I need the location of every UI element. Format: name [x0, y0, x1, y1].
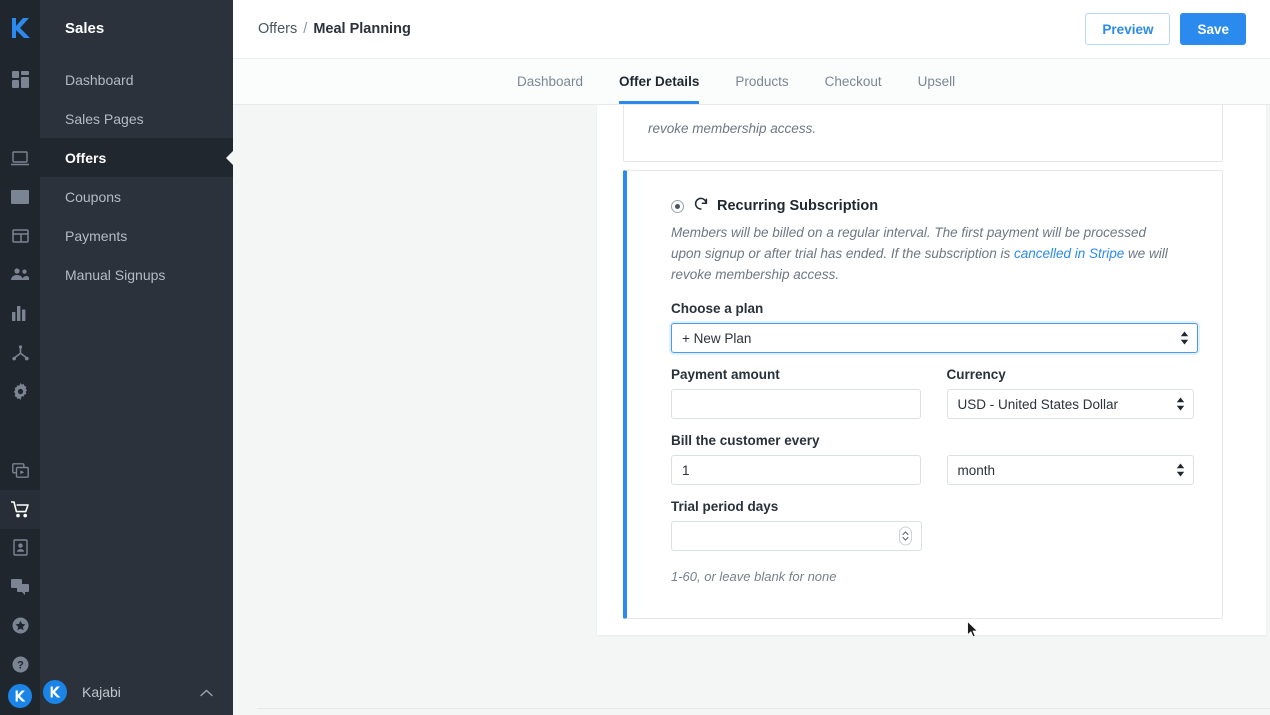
chat-icon[interactable] — [0, 567, 40, 606]
currency-group: Currency USD - United States Dollar — [946, 367, 1194, 419]
tab-dashboard[interactable]: Dashboard — [499, 59, 601, 104]
trial-period-input[interactable] — [671, 521, 922, 551]
recurring-title-group: Recurring Subscription — [694, 197, 878, 215]
sidebar-item-payments[interactable]: Payments — [40, 216, 233, 255]
tab-upsell[interactable]: Upsell — [900, 59, 974, 104]
sidebar-item-coupons[interactable]: Coupons — [40, 177, 233, 216]
recurring-radio[interactable] — [671, 199, 684, 213]
automations-icon[interactable] — [0, 333, 40, 372]
bill-every-label: Bill the customer every — [671, 433, 820, 448]
trial-period-group: Trial period days — [671, 499, 1194, 551]
sidebar-brand-label: Kajabi — [82, 684, 121, 700]
star-badge-icon[interactable] — [0, 606, 40, 645]
bill-every-group: Bill the customer every 1 month — [671, 433, 1194, 485]
analytics-icon[interactable] — [0, 294, 40, 333]
tab-checkout[interactable]: Checkout — [807, 59, 900, 104]
kajabi-logo-icon[interactable] — [0, 0, 40, 56]
trial-period-label: Trial period days — [671, 499, 779, 514]
select-arrows-icon — [1176, 463, 1185, 477]
help-icon[interactable]: ? — [0, 645, 40, 684]
refresh-icon — [694, 197, 708, 215]
sidebar-items: Dashboard Sales Pages Offers Coupons Pay… — [40, 60, 233, 294]
recurring-description: Members will be billed on a regular inte… — [671, 222, 1171, 285]
trial-period-helper: 1-60, or leave blank for none — [671, 569, 837, 584]
one-time-card-desc-clipped: revoke membership access. — [648, 121, 817, 136]
currency-value: USD - United States Dollar — [957, 396, 1119, 412]
main-region: Offers / Meal Planning Preview Save Dash… — [233, 0, 1270, 715]
payment-amount-input[interactable] — [671, 389, 921, 419]
sidebar-item-dashboard[interactable]: Dashboard — [40, 60, 233, 99]
tab-bar: Dashboard Offer Details Products Checkou… — [233, 59, 1270, 105]
choose-plan-value: + New Plan — [682, 330, 752, 346]
kajabi-badge-icon — [43, 680, 67, 704]
recurring-subscription-card: Recurring Subscription Members will be b… — [623, 170, 1223, 619]
breadcrumb-root[interactable]: Offers — [258, 21, 297, 37]
currency-label: Currency — [946, 367, 1006, 382]
sidebar-item-manual-signups[interactable]: Manual Signups — [40, 255, 233, 294]
user-avatar-icon[interactable] — [8, 684, 32, 709]
secondary-sidebar: Sales Dashboard Sales Pages Offers Coupo… — [40, 0, 233, 715]
sidebar-account-footer[interactable]: Kajabi — [40, 669, 233, 715]
svg-text:?: ? — [17, 660, 24, 672]
email-icon[interactable] — [0, 178, 40, 217]
sidebar-title: Sales — [65, 20, 105, 37]
recurring-option-header[interactable]: Recurring Subscription — [671, 197, 1194, 215]
bill-interval-unit-select[interactable]: month — [946, 455, 1194, 485]
bill-interval-count-value: 1 — [682, 462, 690, 478]
contacts-icon[interactable] — [0, 529, 40, 568]
primary-icon-rail: ? — [0, 0, 40, 715]
breadcrumb: Offers / Meal Planning — [258, 21, 411, 37]
payment-amount-group: Payment amount — [671, 367, 921, 419]
bill-interval-unit-wrap: month — [946, 455, 1194, 485]
choose-plan-group: Choose a plan + New Plan — [671, 301, 1198, 353]
sidebar-item-offers[interactable]: Offers — [40, 138, 233, 177]
tab-products[interactable]: Products — [717, 59, 806, 104]
people-icon[interactable] — [0, 255, 40, 294]
sidebar-item-sales-pages[interactable]: Sales Pages — [40, 99, 233, 138]
cancelled-in-stripe-link[interactable]: cancelled in Stripe — [1014, 246, 1124, 261]
dashboard-icon[interactable] — [0, 60, 40, 99]
tab-offer-details[interactable]: Offer Details — [601, 59, 717, 104]
products-icon[interactable] — [0, 451, 40, 490]
breadcrumb-separator: / — [303, 21, 308, 37]
recurring-card-inner: Recurring Subscription Members will be b… — [627, 197, 1222, 618]
select-arrows-icon — [1176, 397, 1185, 411]
amount-currency-row: Payment amount Currency USD - United Sta… — [671, 367, 1194, 433]
top-bar: Offers / Meal Planning Preview Save — [233, 0, 1270, 59]
payment-amount-label: Payment amount — [671, 367, 780, 382]
save-button[interactable]: Save — [1180, 13, 1246, 45]
bill-interval-count-input[interactable]: 1 — [671, 455, 921, 485]
website-icon[interactable] — [0, 139, 40, 178]
rail-footer — [8, 684, 32, 715]
bill-interval-count-wrap: 1 — [671, 455, 921, 485]
topbar-actions: Preview Save — [1085, 13, 1246, 45]
bill-interval-unit-value: month — [957, 462, 996, 478]
landing-pages-icon[interactable] — [0, 216, 40, 255]
content-scroll-area[interactable]: revoke membership access. Recurring Subs… — [233, 105, 1270, 715]
choose-plan-select[interactable]: + New Plan — [671, 323, 1198, 353]
preview-button[interactable]: Preview — [1085, 13, 1171, 45]
chevron-up-icon[interactable] — [200, 684, 213, 700]
one-time-payment-card: revoke membership access. — [623, 105, 1223, 162]
app-root: ? Sales Dashboard Sales Pages Offers Cou… — [0, 0, 1270, 715]
number-stepper-icon[interactable] — [899, 526, 912, 546]
recurring-title: Recurring Subscription — [717, 198, 879, 214]
settings-icon[interactable] — [0, 372, 40, 411]
section-divider — [257, 708, 1270, 709]
select-arrows-icon — [1180, 331, 1189, 345]
sales-cart-icon[interactable] — [0, 489, 40, 529]
bill-every-row: 1 month — [671, 455, 1194, 485]
currency-select[interactable]: USD - United States Dollar — [946, 389, 1194, 419]
choose-plan-label: Choose a plan — [671, 301, 764, 316]
breadcrumb-current: Meal Planning — [313, 21, 411, 37]
